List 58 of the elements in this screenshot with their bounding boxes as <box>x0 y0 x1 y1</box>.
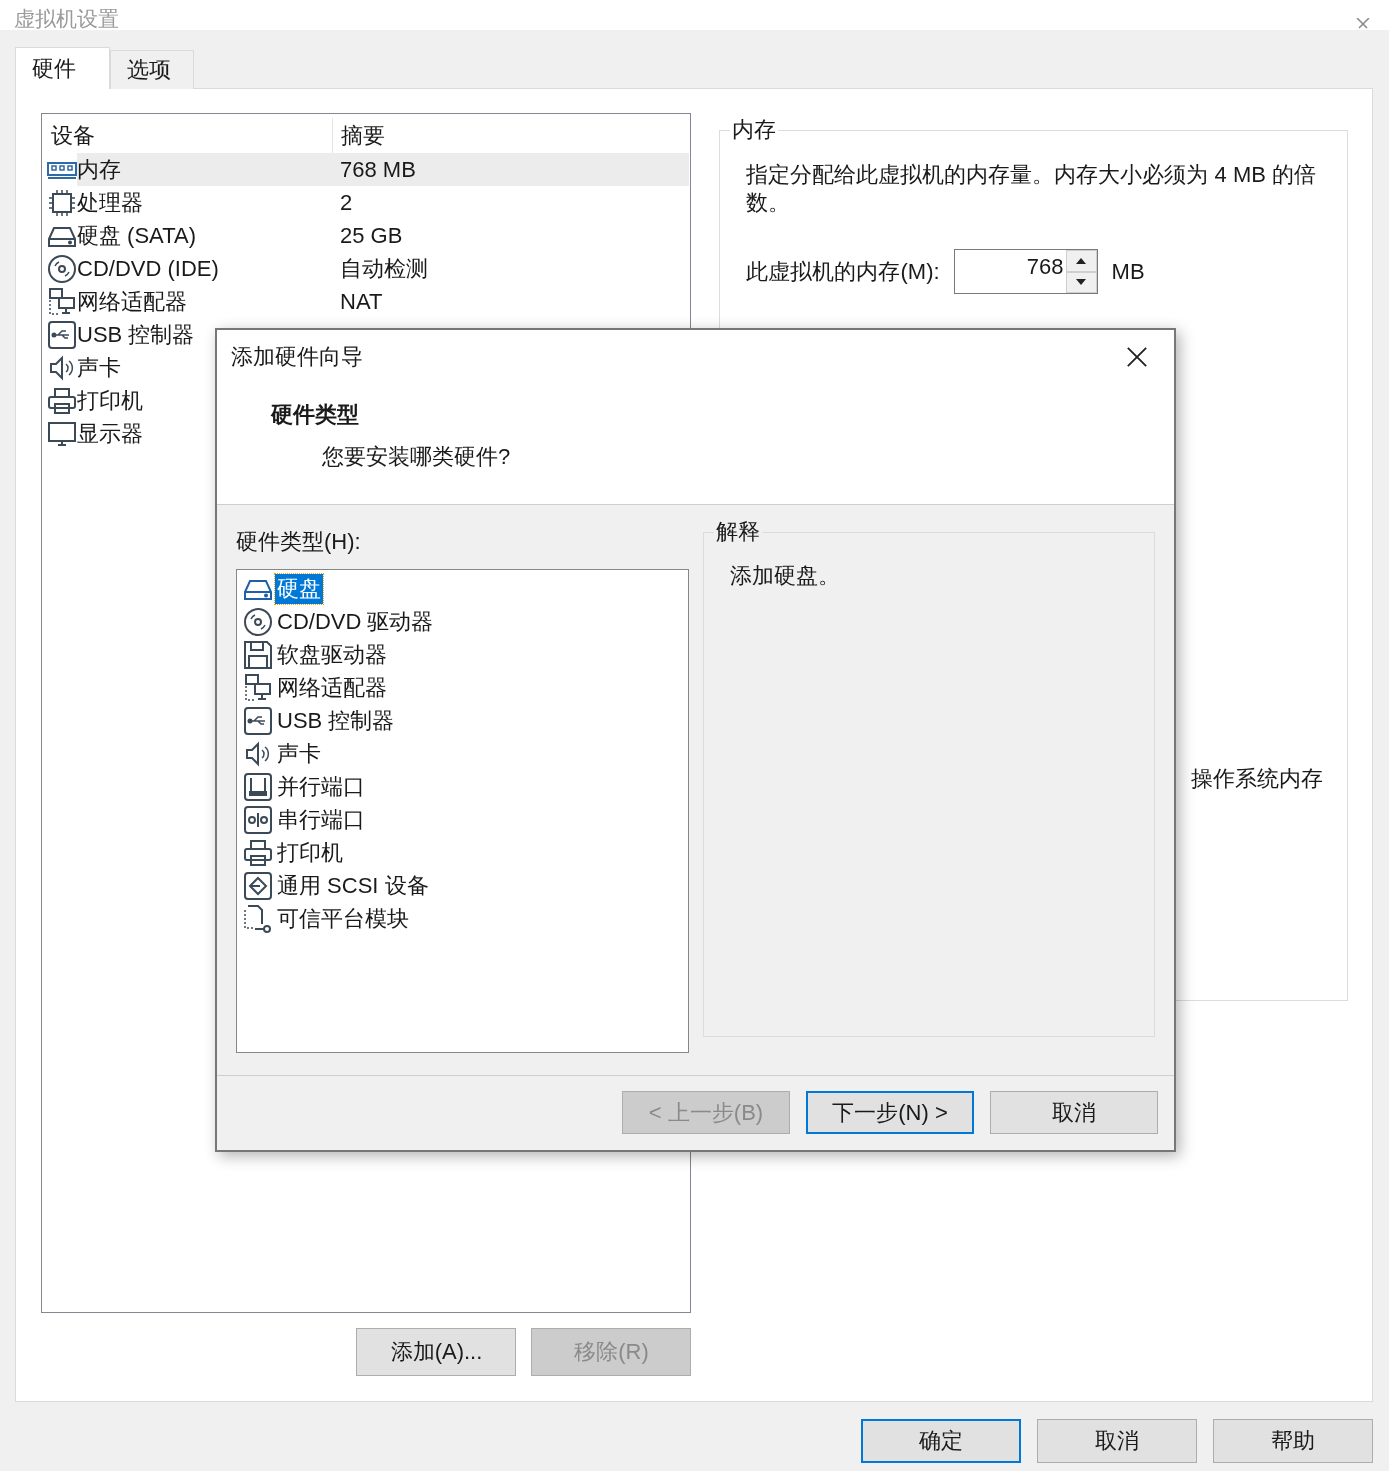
explanation-text: 添加硬盘。 <box>730 562 841 590</box>
group-title: 内存 <box>731 116 778 144</box>
tab[interactable]: 选项 <box>110 50 194 89</box>
hardware-item[interactable]: 软盘驱动器 <box>275 639 389 670</box>
device-name[interactable]: 硬盘 (SATA) <box>77 219 333 252</box>
unit-label: MB <box>1111 258 1145 285</box>
hardware-item[interactable]: 通用 SCSI 设备 <box>275 870 431 901</box>
wizard-button[interactable]: 下一步(N) > <box>806 1091 974 1134</box>
usb-icon <box>243 705 273 736</box>
memory-note: 操作系统内存 <box>1190 765 1323 793</box>
hardware-item[interactable]: 硬盘 <box>275 573 323 604</box>
key-module-icon <box>243 903 273 934</box>
serial-port-icon <box>243 804 273 835</box>
disc-icon <box>243 606 273 637</box>
device-name[interactable]: 网络适配器 <box>77 285 333 318</box>
hardware-item[interactable]: 可信平台模块 <box>275 903 411 934</box>
dialog-button[interactable]: 取消 <box>1037 1419 1197 1463</box>
memory-description: 指定分配给此虚拟机的内存量。内存大小必须为 4 MB 的倍数。 <box>746 161 1318 217</box>
device-summary: 25 GB <box>339 221 404 250</box>
device-name[interactable]: 内存 <box>77 153 333 186</box>
step-heading: 硬件类型 <box>271 401 360 429</box>
device-name[interactable]: CD/DVD (IDE) <box>77 252 333 285</box>
floppy-icon <box>243 639 273 670</box>
chip-icon <box>47 187 77 218</box>
add-button[interactable]: 添加(A)... <box>356 1328 517 1376</box>
hardware-item[interactable]: 打印机 <box>275 837 345 868</box>
device-summary: 2 <box>339 188 354 217</box>
scsi-icon <box>243 870 273 901</box>
close-button[interactable] <box>1124 344 1150 370</box>
hardware-item[interactable]: CD/DVD 驱动器 <box>275 606 436 637</box>
dialog-title: 添加硬件向导 <box>231 343 363 371</box>
device-summary: NAT <box>339 287 384 316</box>
hardware-item[interactable]: 串行端口 <box>275 804 367 835</box>
tab[interactable]: 硬件 <box>15 47 110 89</box>
window-title: 虚拟机设置 <box>14 8 119 30</box>
list-label: 硬件类型(H): <box>236 528 362 556</box>
device-name[interactable]: 处理器 <box>77 186 333 219</box>
port-icon <box>243 771 273 802</box>
hardware-item[interactable]: 并行端口 <box>275 771 367 802</box>
column-header: 摘要 <box>340 121 385 150</box>
printer-icon <box>243 837 273 868</box>
hardware-item[interactable]: 网络适配器 <box>275 672 389 703</box>
wizard-button[interactable]: 取消 <box>990 1091 1158 1134</box>
dialog-button[interactable]: 帮助 <box>1213 1419 1373 1463</box>
disc-icon <box>47 253 77 284</box>
group-title: 解释 <box>715 518 761 546</box>
printer-icon <box>47 385 77 416</box>
device-summary: 768 MB <box>333 153 690 186</box>
step-subheading: 您要安装哪类硬件? <box>322 443 512 471</box>
usb-icon <box>47 319 77 350</box>
device-summary: 自动检测 <box>339 254 429 283</box>
hardware-item[interactable]: USB 控制器 <box>275 705 397 736</box>
hardware-item[interactable]: 声卡 <box>275 738 323 769</box>
network-icon <box>243 672 273 703</box>
network-icon <box>47 286 77 317</box>
close-icon <box>1126 346 1148 368</box>
dialog-button[interactable]: 确定 <box>861 1419 1021 1463</box>
field-label: 此虚拟机的内存(M): <box>746 257 940 286</box>
